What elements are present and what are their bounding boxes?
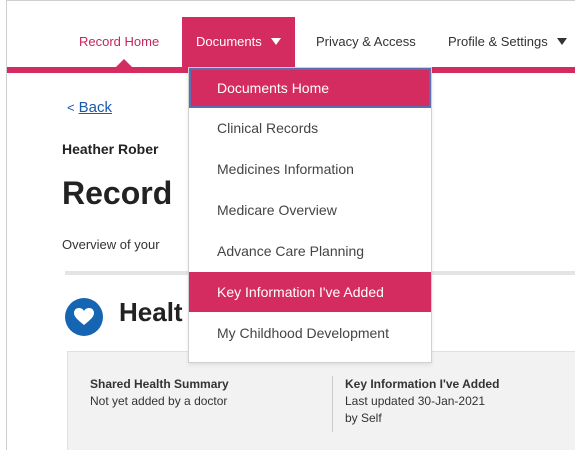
key-information-heading: Key Information I've Added [345,377,500,391]
heart-icon [65,298,103,336]
key-information-author: by Self [345,411,382,425]
menu-item-key-information[interactable]: Key Information I've Added [189,272,431,312]
menu-item-advance-care-planning[interactable]: Advance Care Planning [189,231,431,271]
key-information-updated: Last updated 30-Jan-2021 [345,394,486,408]
caret-down-icon [271,38,282,46]
shared-health-summary-heading: Shared Health Summary [90,377,229,391]
menu-item-childhood-development[interactable]: My Childhood Development [189,313,431,353]
menu-item-medicines-information[interactable]: Medicines Information [189,149,431,189]
nav-privacy-access-label: Privacy & Access [316,34,416,49]
page-subtitle: Overview of your [62,237,160,252]
nav-profile-settings[interactable]: Profile & Settings [448,17,568,67]
chevron-left-icon: < [67,100,75,115]
top-navigation: Record Home Documents Privacy & Access P… [7,17,575,67]
shared-health-summary: Shared Health Summary Not yet added by a… [90,376,229,410]
documents-dropdown-menu: Documents Home Clinical Records Medicine… [188,67,432,363]
nav-record-home-label: Record Home [79,34,160,49]
back-link-label: Back [78,99,112,116]
menu-item-clinical-records[interactable]: Clinical Records [189,108,431,148]
back-link[interactable]: < Back [67,99,112,116]
nav-documents[interactable]: Documents [182,17,296,67]
nav-privacy-access[interactable]: Privacy & Access [316,17,416,67]
patient-name: Heather Rober [62,141,159,157]
section-title: Healt [119,297,183,327]
shared-health-summary-text: Not yet added by a doctor [90,394,228,408]
nav-documents-label: Documents [196,34,262,49]
caret-down-icon [557,38,568,46]
page-title: Record [62,175,173,211]
page-frame: Record Home Documents Privacy & Access P… [6,0,575,450]
key-information-summary: Key Information I've Added Last updated … [345,376,499,427]
nav-profile-settings-label: Profile & Settings [448,34,548,49]
menu-item-documents-home[interactable]: Documents Home [189,68,431,108]
column-divider [332,376,333,432]
summary-card: Shared Health Summary Not yet added by a… [67,351,575,450]
menu-item-medicare-overview[interactable]: Medicare Overview [189,190,431,230]
